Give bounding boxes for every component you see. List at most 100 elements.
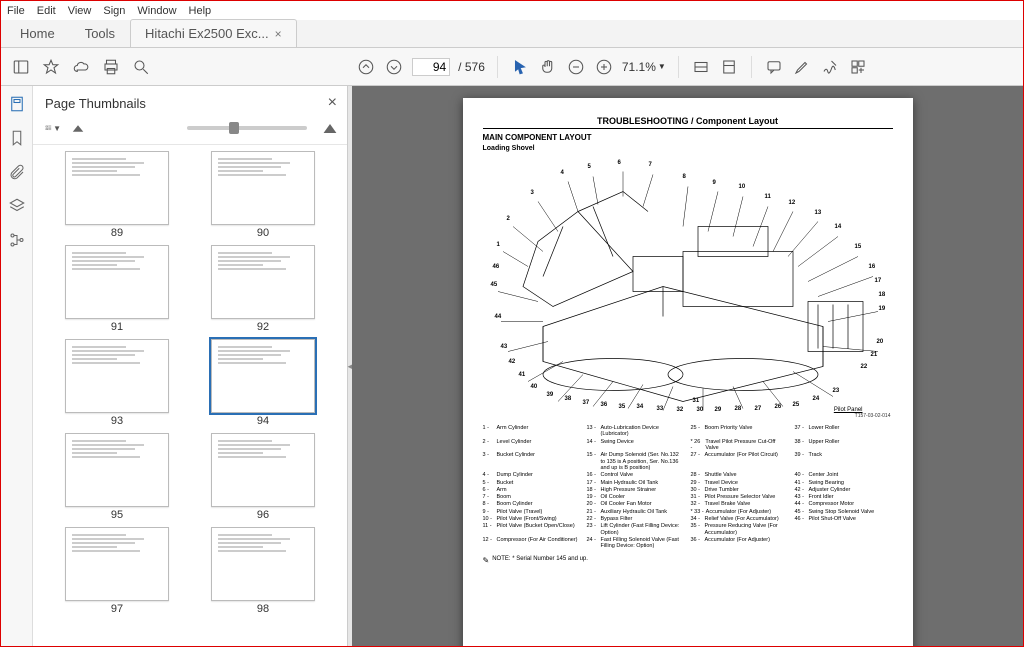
thumbnail-number: 92 bbox=[257, 321, 269, 333]
print-icon[interactable] bbox=[101, 57, 121, 77]
legend-item: 30 -Drive Tumbler bbox=[691, 487, 789, 493]
thumbnail-number: 89 bbox=[111, 227, 123, 239]
document-page: TROUBLESHOOTING / Component Layout MAIN … bbox=[463, 98, 913, 646]
search-icon[interactable] bbox=[131, 57, 151, 77]
attachment-panel-icon[interactable] bbox=[7, 162, 27, 182]
legend-item: 7 -Boom bbox=[483, 494, 581, 500]
thumbnails-panel: Page Thumbnails × ▼ 89 90 91 92 93 9495 96 97 98 bbox=[33, 86, 348, 646]
legend-item: 20 -Oil Cooler Fan Motor bbox=[587, 501, 685, 507]
thumbnail-item[interactable]: 93 bbox=[53, 339, 181, 427]
thumbnail-large-icon[interactable] bbox=[323, 121, 337, 135]
menu-sign[interactable]: Sign bbox=[103, 5, 125, 17]
thumbnail-item[interactable]: 97 bbox=[53, 527, 181, 615]
menu-window[interactable]: Window bbox=[137, 5, 176, 17]
serial-note: NOTE: * Serial Number 145 and up. bbox=[483, 556, 893, 565]
tab-document[interactable]: Hitachi Ex2500 Exc... × bbox=[130, 19, 297, 47]
menu-help[interactable]: Help bbox=[189, 5, 212, 17]
highlight-icon[interactable] bbox=[792, 57, 812, 77]
page-total-label: / 576 bbox=[458, 60, 485, 74]
thumbnail-number: 98 bbox=[257, 603, 269, 615]
document-viewer[interactable]: TROUBLESHOOTING / Component Layout MAIN … bbox=[352, 86, 1023, 646]
menu-view[interactable]: View bbox=[68, 5, 92, 17]
legend-item: 35 -Pressure Reducing Valve (For Accumul… bbox=[691, 523, 789, 536]
legend-item: 4 -Dump Cylinder bbox=[483, 472, 581, 478]
legend-item: 1 -Arm Cylinder bbox=[483, 425, 581, 438]
cloud-icon[interactable] bbox=[71, 57, 91, 77]
separator bbox=[751, 56, 752, 78]
zoom-in-icon[interactable] bbox=[594, 57, 614, 77]
component-legend: 1 -Arm Cylinder 13 -Auto-Lubrication Devi… bbox=[483, 425, 893, 550]
legend-item: 13 -Auto-Lubrication Device (Lubricator) bbox=[587, 425, 685, 438]
fit-width-icon[interactable] bbox=[691, 57, 711, 77]
thumbnails-grid: 89 90 91 92 93 9495 96 97 98 bbox=[33, 145, 347, 646]
legend-item: 19 -Oil Cooler bbox=[587, 494, 685, 500]
bookmark-panel-icon[interactable] bbox=[7, 128, 27, 148]
close-icon[interactable]: × bbox=[275, 27, 282, 41]
main-area: Page Thumbnails × ▼ 89 90 91 92 93 9495 96 97 98… bbox=[1, 86, 1023, 646]
legend-item: 11 -Pilot Valve (Bucket Open/Close) bbox=[483, 523, 581, 536]
model-tree-panel-icon[interactable] bbox=[7, 230, 27, 250]
separator bbox=[678, 56, 679, 78]
legend-item: 45 -Swing Stop Solenoid Valve bbox=[795, 509, 893, 515]
page-header: TROUBLESHOOTING / Component Layout bbox=[483, 116, 893, 129]
legend-item: 22 -Bypass Filter bbox=[587, 516, 685, 522]
zoom-level-dropdown[interactable]: 71.1%▼ bbox=[622, 60, 666, 74]
close-icon[interactable]: × bbox=[328, 94, 337, 112]
thumbnail-small-icon[interactable] bbox=[71, 121, 85, 135]
legend-item: 29 -Travel Device bbox=[691, 480, 789, 486]
thumbnail-number: 97 bbox=[111, 603, 123, 615]
page-number-input[interactable] bbox=[412, 58, 450, 76]
zoom-out-icon[interactable] bbox=[566, 57, 586, 77]
legend-item: * 26 -Travel Pilot Pressure Cut-Off Valv… bbox=[691, 439, 789, 452]
legend-item: 21 -Auxiliary Hydraulic Oil Tank bbox=[587, 509, 685, 515]
legend-item: 8 -Boom Cylinder bbox=[483, 501, 581, 507]
thumb-options-icon[interactable]: ▼ bbox=[45, 120, 61, 136]
more-tools-icon[interactable] bbox=[848, 57, 868, 77]
legend-item: 31 -Pilot Pressure Selector Valve bbox=[691, 494, 789, 500]
page-down-icon[interactable] bbox=[384, 57, 404, 77]
thumbnail-item[interactable]: 98 bbox=[199, 527, 327, 615]
thumbnail-number: 90 bbox=[257, 227, 269, 239]
thumbnail-item[interactable]: 91 bbox=[53, 245, 181, 333]
comment-icon[interactable] bbox=[764, 57, 784, 77]
layers-panel-icon[interactable] bbox=[7, 196, 27, 216]
thumbnail-number: 96 bbox=[257, 509, 269, 521]
menubar: File Edit View Sign Window Help bbox=[1, 1, 1023, 20]
legend-item: 36 -Accumulator (For Adjuster) bbox=[691, 537, 789, 550]
hand-tool-icon[interactable] bbox=[538, 57, 558, 77]
tab-document-label: Hitachi Ex2500 Exc... bbox=[145, 26, 269, 41]
page-section-title: MAIN COMPONENT LAYOUT bbox=[483, 133, 893, 142]
thumbnail-item[interactable]: 96 bbox=[199, 433, 327, 521]
star-icon[interactable] bbox=[41, 57, 61, 77]
menu-file[interactable]: File bbox=[7, 5, 25, 17]
legend-item: 25 -Boom Priority Valve bbox=[691, 425, 789, 438]
page-view-icon[interactable] bbox=[719, 57, 739, 77]
legend-item: 38 -Upper Roller bbox=[795, 439, 893, 452]
tab-tools[interactable]: Tools bbox=[70, 19, 130, 47]
select-tool-icon[interactable] bbox=[510, 57, 530, 77]
legend-item: 16 -Control Valve bbox=[587, 472, 685, 478]
thumbnail-size-slider[interactable] bbox=[187, 126, 307, 130]
legend-item: 14 -Swing Device bbox=[587, 439, 685, 452]
tab-home[interactable]: Home bbox=[5, 19, 70, 47]
thumbnail-number: 91 bbox=[111, 321, 123, 333]
thumbnails-title: Page Thumbnails bbox=[45, 96, 146, 111]
thumbnail-item[interactable]: 92 bbox=[199, 245, 327, 333]
toolbar: / 576 71.1%▼ bbox=[1, 48, 1023, 86]
page-up-icon[interactable] bbox=[356, 57, 376, 77]
thumbnail-item[interactable]: 94 bbox=[199, 339, 327, 427]
thumbnail-number: 93 bbox=[111, 415, 123, 427]
legend-item: 27 -Accumulator (For Pilot Circuit) bbox=[691, 452, 789, 471]
thumbnails-panel-icon[interactable] bbox=[7, 94, 27, 114]
legend-item: 18 -High Pressure Strainer bbox=[587, 487, 685, 493]
sidebar-toggle-icon[interactable] bbox=[11, 57, 31, 77]
thumbnail-item[interactable]: 89 bbox=[53, 151, 181, 239]
legend-item: 17 -Main Hydraulic Oil Tank bbox=[587, 480, 685, 486]
thumbnail-item[interactable]: 90 bbox=[199, 151, 327, 239]
legend-item bbox=[795, 537, 893, 550]
legend-item: 2 -Level Cylinder bbox=[483, 439, 581, 452]
menu-edit[interactable]: Edit bbox=[37, 5, 56, 17]
sign-icon[interactable] bbox=[820, 57, 840, 77]
legend-item: 9 -Pilot Valve (Travel) bbox=[483, 509, 581, 515]
thumbnail-item[interactable]: 95 bbox=[53, 433, 181, 521]
